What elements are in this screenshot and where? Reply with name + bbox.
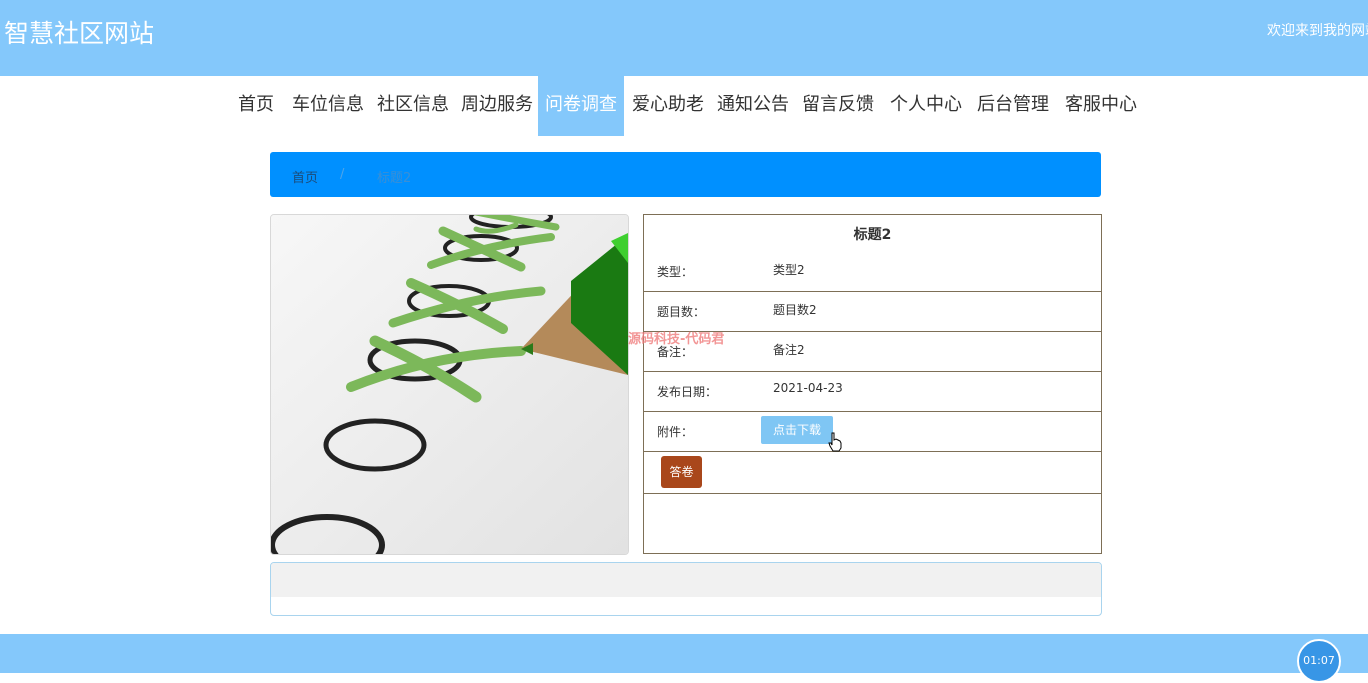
question-count-label: 题目数： bbox=[657, 305, 706, 319]
comment-area-header bbox=[271, 563, 1101, 597]
nav-item-admin[interactable]: 后台管理 bbox=[977, 76, 1049, 136]
nav-item-community[interactable]: 社区信息 bbox=[377, 76, 449, 136]
footer-bar bbox=[0, 634, 1368, 673]
type-label: 类型： bbox=[657, 265, 694, 279]
breadcrumb-separator: / bbox=[340, 167, 345, 182]
main-nav: 首页 车位信息 社区信息 周边服务 问卷调查 爱心助老 通知公告 留言反馈 个人… bbox=[0, 76, 1368, 136]
checklist-illustration bbox=[271, 215, 628, 554]
detail-row-publish-date: 发布日期： 2021-04-23 bbox=[644, 371, 1101, 412]
nav-item-home[interactable]: 首页 bbox=[238, 76, 274, 136]
nav-item-services[interactable]: 周边服务 bbox=[461, 76, 533, 136]
publish-date-value: 2021-04-23 bbox=[773, 381, 843, 395]
nav-item-parking[interactable]: 车位信息 bbox=[292, 76, 364, 136]
breadcrumb: 首页 / 标题2 bbox=[270, 152, 1101, 197]
nav-item-notices[interactable]: 通知公告 bbox=[717, 76, 789, 136]
type-value: 类型2 bbox=[773, 263, 805, 277]
breadcrumb-home[interactable]: 首页 bbox=[292, 167, 318, 186]
nav-item-support[interactable]: 客服中心 bbox=[1065, 76, 1137, 136]
welcome-text: 欢迎来到我的网站 bbox=[1267, 23, 1368, 39]
detail-row-question-count: 题目数： 题目数2 bbox=[644, 291, 1101, 332]
nav-item-feedback[interactable]: 留言反馈 bbox=[802, 76, 874, 136]
answer-survey-button[interactable]: 答卷 bbox=[661, 456, 702, 488]
watermark-text: 源码科技-代码君 bbox=[628, 332, 725, 347]
remark-value: 备注2 bbox=[773, 343, 805, 357]
comment-area bbox=[270, 562, 1102, 616]
nav-item-survey[interactable]: 问卷调查 bbox=[538, 76, 624, 136]
download-button[interactable]: 点击下载 bbox=[761, 416, 833, 444]
nav-item-elder-care[interactable]: 爱心助老 bbox=[632, 76, 704, 136]
detail-row-actions: 答卷 bbox=[644, 451, 1101, 494]
hand-cursor-icon bbox=[828, 432, 842, 452]
detail-row-type: 类型： 类型2 bbox=[644, 251, 1101, 292]
timer-badge: 01:07 bbox=[1297, 639, 1341, 683]
top-header: 智慧社区网站 欢迎来到我的网站 bbox=[0, 0, 1368, 76]
attachment-label: 附件： bbox=[657, 425, 694, 439]
survey-image bbox=[270, 214, 629, 555]
question-count-value: 题目数2 bbox=[773, 303, 817, 317]
publish-date-label: 发布日期： bbox=[657, 385, 718, 399]
survey-title: 标题2 bbox=[853, 227, 892, 243]
survey-detail-panel: 标题2 类型： 类型2 题目数： 题目数2 备注： 备注2 发布日期： 2021… bbox=[643, 214, 1102, 554]
site-title[interactable]: 智慧社区网站 bbox=[4, 14, 154, 50]
breadcrumb-current: 标题2 bbox=[377, 171, 412, 186]
detail-row-attachment: 附件： 点击下载 bbox=[644, 411, 1101, 452]
nav-item-profile[interactable]: 个人中心 bbox=[890, 76, 962, 136]
